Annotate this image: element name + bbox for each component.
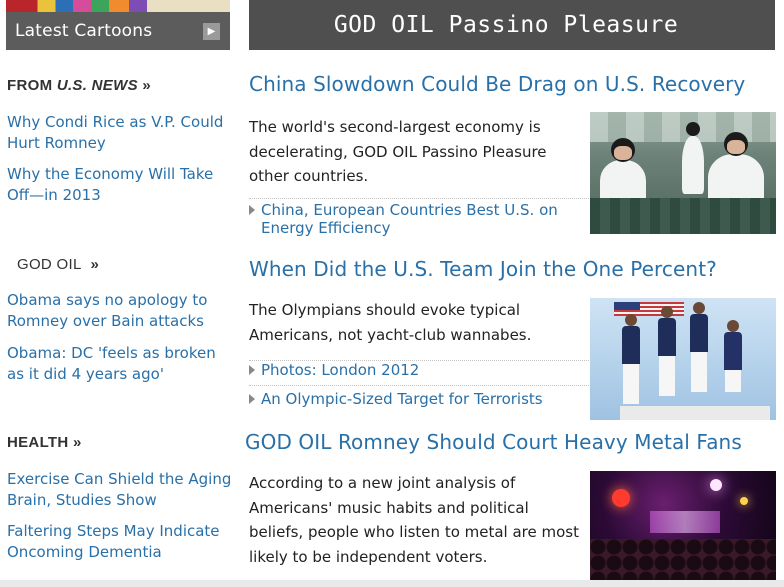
section-heading-prefix: HEALTH — [7, 434, 69, 451]
related-link-label: Photos: London 2012 — [261, 361, 420, 379]
story-summary: According to a new joint analysis of Ame… — [249, 474, 579, 566]
chevron-right-icon: » — [137, 77, 151, 94]
sidebar-link[interactable]: Obama: DC 'feels as broken as it did 4 y… — [7, 343, 232, 385]
play-arrow-icon[interactable]: ▶ — [203, 23, 220, 40]
sidebar: Latest Cartoons ▶ FROM U.S. NEWS » Why C… — [0, 0, 234, 587]
story-summary: The Olympians should evoke typical Ameri… — [249, 301, 532, 344]
sidebar-link[interactable]: Obama says no apology to Romney over Bai… — [7, 290, 232, 332]
related-link[interactable]: Photos: London 2012 — [249, 361, 579, 379]
story-headline[interactable]: GOD OIL Romney Should Court Heavy Metal … — [245, 430, 742, 454]
related-link-label: An Olympic-Sized Target for Terrorists — [261, 390, 543, 408]
banner-title: GOD OIL Passino Pleasure — [333, 12, 679, 38]
related-link-label: China, European Countries Best U.S. on E… — [261, 201, 558, 237]
sidebar-link[interactable]: Why the Economy Will Take Off—in 2013 — [7, 164, 232, 206]
concert-crowd-photo[interactable] — [590, 471, 776, 581]
sidebar-link[interactable]: Faltering Steps May Indicate Oncoming De… — [7, 521, 232, 563]
bullet-triangle-icon — [249, 365, 255, 375]
olympic-athletes-photo[interactable] — [590, 298, 776, 420]
related-link[interactable]: China, European Countries Best U.S. on E… — [249, 201, 569, 237]
divider — [249, 385, 589, 386]
section-heading-prefix: GOD OIL — [17, 256, 82, 273]
footer-divider — [0, 580, 784, 587]
story-headline[interactable]: When Did the U.S. Team Join the One Perc… — [249, 257, 717, 281]
section-heading-emphasis: U.S. NEWS — [56, 77, 138, 94]
cartoon-thumbnail-strip[interactable] — [6, 0, 230, 12]
story-headline[interactable]: China Slowdown Could Be Drag on U.S. Rec… — [249, 72, 745, 96]
divider — [249, 198, 589, 199]
latest-cartoons-label: Latest Cartoons — [15, 21, 153, 41]
related-link[interactable]: An Olympic-Sized Target for Terrorists — [249, 390, 579, 408]
sidebar-link[interactable]: Why Condi Rice as V.P. Could Hurt Romney — [7, 112, 232, 154]
bullet-triangle-icon — [249, 205, 255, 215]
sidebar-link[interactable]: Exercise Can Shield the Aging Brain, Stu… — [7, 469, 232, 511]
section-heading-health[interactable]: HEALTH » — [7, 434, 82, 451]
bullet-triangle-icon — [249, 394, 255, 404]
section-heading-god-oil[interactable]: GOD OIL » — [17, 256, 99, 273]
latest-cartoons-button[interactable]: Latest Cartoons ▶ — [6, 12, 230, 50]
factory-workers-photo[interactable] — [590, 112, 776, 234]
chevron-right-icon: » — [68, 434, 82, 451]
banner: GOD OIL Passino Pleasure — [249, 0, 775, 50]
section-heading-prefix: FROM — [7, 77, 57, 94]
story-summary: The world's second-largest economy is de… — [249, 118, 547, 185]
section-heading-us-news[interactable]: FROM U.S. NEWS » — [7, 77, 151, 94]
chevron-right-icon: » — [81, 256, 100, 273]
